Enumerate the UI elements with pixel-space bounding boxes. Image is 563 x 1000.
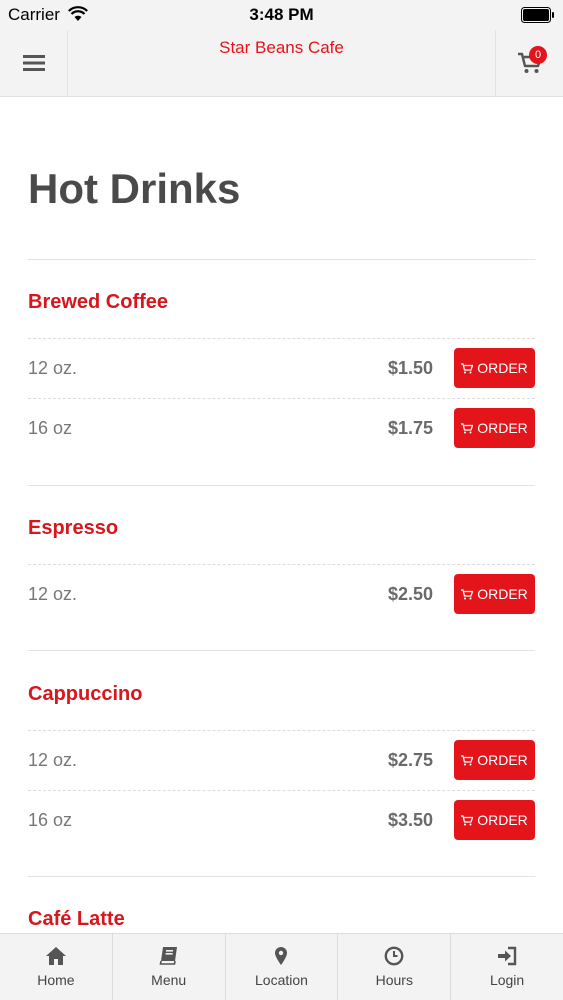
item-size: 12 oz. (28, 750, 78, 770)
tab-label: Location (255, 972, 308, 988)
cart-icon (461, 588, 474, 599)
bottom-tabbar: Home Menu Location Hours Login (0, 933, 563, 1000)
tab-home[interactable]: Home (0, 934, 113, 1000)
tab-label: Home (37, 972, 75, 988)
order-label: ORDER (477, 420, 528, 436)
menu-content: Hot Drinks Brewed Coffee 12 oz. $1.50 OR… (0, 97, 563, 933)
item-price: $1.50 (387, 358, 433, 378)
tab-menu[interactable]: Menu (113, 934, 226, 1000)
page-title: Hot Drinks (28, 165, 241, 212)
order-label: ORDER (477, 360, 528, 376)
section-title: Café Latte (28, 908, 125, 930)
order-label: ORDER (477, 586, 528, 602)
hamburger-icon (22, 55, 45, 71)
status-bar: Carrier 3:48 PM (0, 0, 563, 30)
section-title: Cappuccino (28, 683, 143, 705)
menu-item-row: 12 oz. $2.75 ORDER (28, 730, 535, 790)
order-button[interactable]: ORDER (454, 348, 535, 388)
tab-location[interactable]: Location (226, 934, 339, 1000)
menu-item-row: 12 oz. $1.50 ORDER (28, 338, 535, 398)
order-button[interactable]: ORDER (454, 740, 535, 780)
hamburger-menu-button[interactable] (0, 30, 68, 96)
item-price: $2.75 (387, 750, 433, 770)
sign-in-icon (498, 946, 517, 966)
tab-label: Menu (151, 972, 187, 988)
clock-icon (384, 946, 404, 966)
divider (28, 650, 535, 651)
item-price: $1.75 (387, 418, 433, 438)
item-price: $2.50 (387, 584, 433, 604)
menu-section: Espresso 12 oz. $2.50 ORDER (28, 518, 535, 624)
map-pin-icon (275, 947, 288, 965)
cart-icon (461, 422, 474, 433)
order-button[interactable]: ORDER (454, 574, 535, 614)
menu-item-row: 12 oz. $2.50 ORDER (28, 564, 535, 624)
cart-icon (461, 754, 474, 765)
order-label: ORDER (477, 752, 528, 768)
order-label: ORDER (477, 812, 528, 828)
top-navbar: Star Beans Cafe 0 (0, 30, 563, 97)
item-size: 12 oz. (28, 358, 78, 378)
status-time: 3:48 PM (249, 5, 314, 24)
cart-count-badge: 0 (529, 46, 547, 64)
battery-icon (521, 7, 554, 23)
menu-section: Brewed Coffee 12 oz. $1.50 ORDER 16 oz $… (28, 292, 535, 458)
item-size: 16 oz (28, 810, 73, 830)
menu-item-row: 16 oz $1.75 ORDER (28, 398, 535, 458)
menu-section: Cappuccino 12 oz. $2.75 ORDER 16 oz $3.5… (28, 684, 535, 850)
section-title: Espresso (28, 517, 119, 539)
divider (28, 485, 535, 486)
tab-hours[interactable]: Hours (338, 934, 452, 1000)
item-price: $3.50 (387, 810, 433, 830)
app-title: Star Beans Cafe (219, 38, 344, 57)
home-icon (45, 947, 66, 965)
order-button[interactable]: ORDER (454, 800, 535, 840)
cart-button[interactable]: 0 (495, 30, 563, 96)
tab-login[interactable]: Login (451, 934, 563, 1000)
section-title: Brewed Coffee (28, 291, 169, 313)
tab-label: Login (489, 972, 525, 988)
order-button[interactable]: ORDER (454, 408, 535, 448)
item-size: 16 oz (28, 418, 73, 438)
divider (28, 259, 535, 260)
tab-label: Hours (375, 972, 413, 988)
cart-icon (461, 814, 474, 825)
menu-item-row: 16 oz $3.50 ORDER (28, 790, 535, 850)
book-icon (159, 947, 177, 965)
item-size: 12 oz. (28, 584, 78, 604)
menu-section: Café Latte (28, 909, 535, 933)
divider (28, 876, 535, 877)
cart-icon (461, 362, 474, 373)
